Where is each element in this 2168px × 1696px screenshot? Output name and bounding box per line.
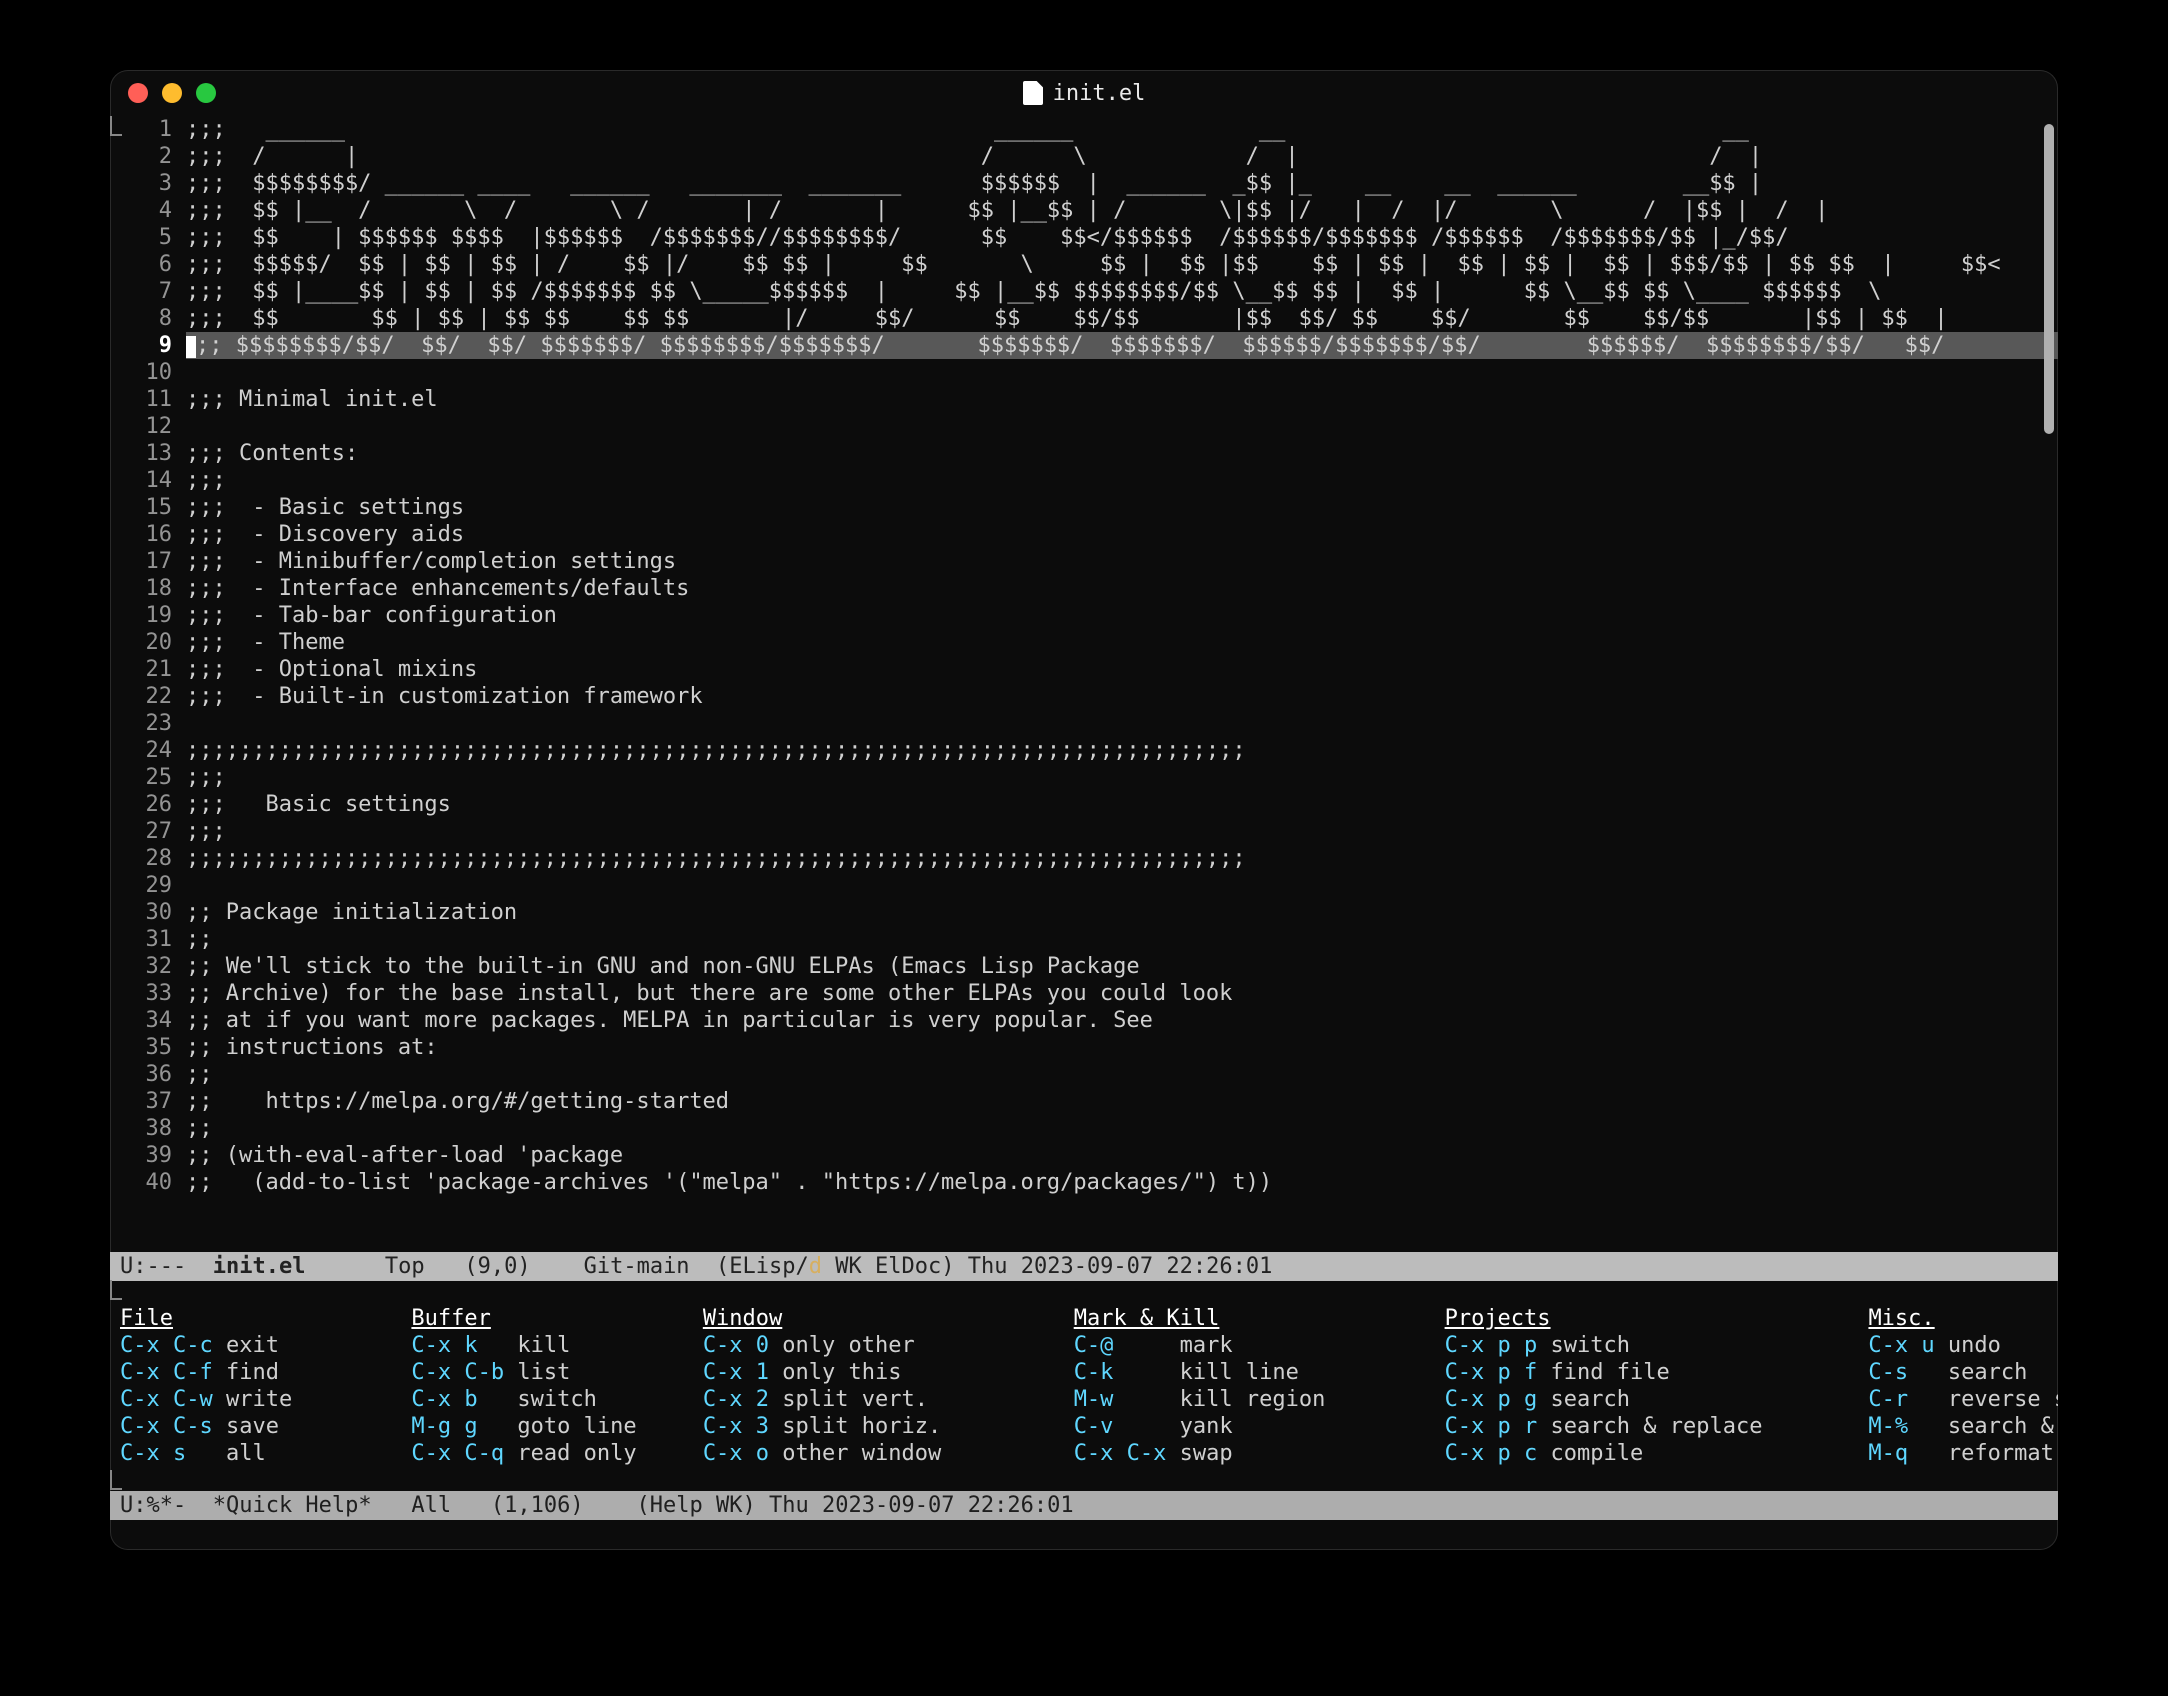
modeline-help[interactable]: U:%*- *Quick Help* All (1,106) (Help WK)…: [110, 1491, 2058, 1520]
quick-help-pane[interactable]: File Buffer Window Mark & Kill Projects …: [110, 1301, 2058, 1471]
modeline-buffer-name: init.el: [213, 1254, 306, 1279]
emacs-window: init.el 1 2 3 4 5 6 7 8 9 10 11 12 13 14…: [110, 70, 2058, 1550]
modeline-main[interactable]: U:--- init.el Top (9,0) Git-main (ELisp/…: [110, 1252, 2058, 1281]
scrollbar-thumb[interactable]: [2044, 124, 2054, 434]
titlebar: init.el: [110, 70, 2058, 116]
fringe-mark-help-top: [110, 1280, 122, 1300]
echo-area[interactable]: [110, 1520, 2058, 1550]
file-icon: [1023, 81, 1043, 105]
fringe-mark-help-bot: [110, 1470, 122, 1490]
main-buffer-pane[interactable]: 1 2 3 4 5 6 7 8 9 10 11 12 13 14 15 16 1…: [110, 116, 2058, 1252]
code-area[interactable]: ;;; ______ ______ __ __ ;;; / | / \ /: [180, 116, 2058, 1196]
window-title: init.el: [1053, 81, 1146, 106]
line-number-gutter: 1 2 3 4 5 6 7 8 9 10 11 12 13 14 15 16 1…: [110, 116, 180, 1196]
